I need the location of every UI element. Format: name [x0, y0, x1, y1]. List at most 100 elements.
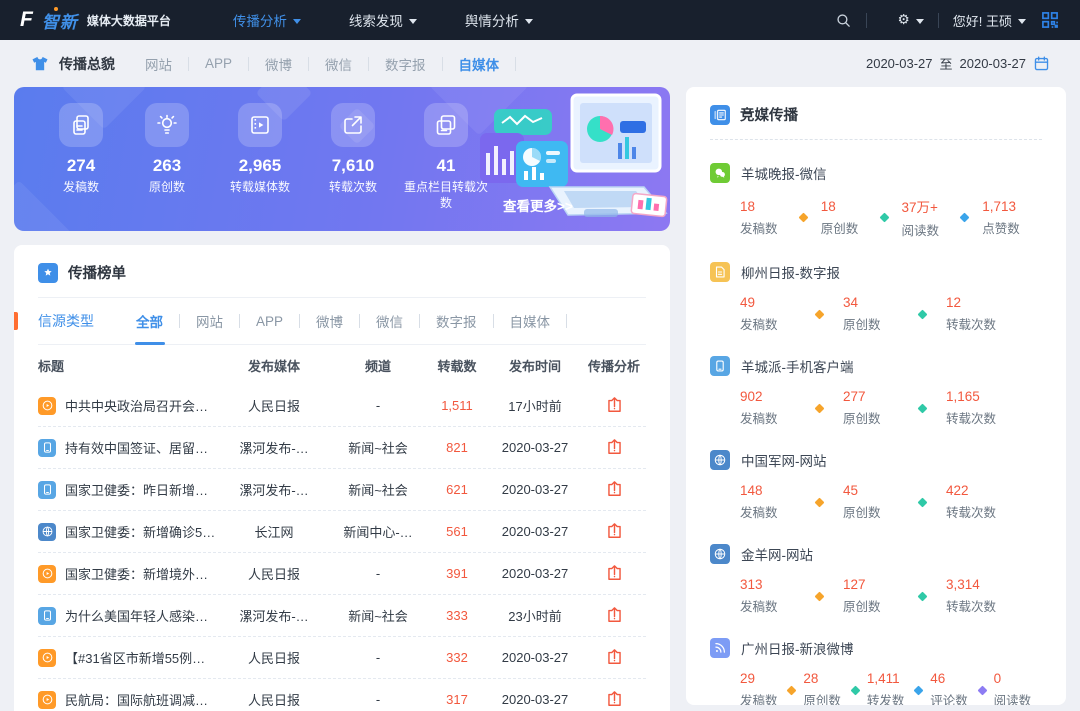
- rank-tab-weibo[interactable]: 微博: [316, 311, 343, 331]
- wemedia-icon: [38, 397, 56, 415]
- date-range-picker[interactable]: 2020-03-27 至 2020-03-27: [866, 54, 1050, 73]
- article-title-link[interactable]: 民航局：国际航班调减后，每天…: [65, 690, 218, 709]
- spread-analysis-icon[interactable]: [605, 437, 624, 456]
- user-menu[interactable]: 您好! 王硕: [953, 11, 1026, 30]
- spread-analysis-icon[interactable]: [605, 521, 624, 540]
- col-media: 发布媒体: [218, 356, 330, 375]
- rank-tab-all[interactable]: 全部: [136, 311, 163, 331]
- spread-analysis-icon[interactable]: [605, 395, 624, 414]
- competitor-name[interactable]: 广州日报-新浪微博: [741, 638, 854, 658]
- publish-time: 2020-03-27: [488, 692, 582, 707]
- repost-count: 391: [426, 566, 488, 581]
- publish-media: 人民日报: [218, 648, 330, 667]
- divider: [368, 57, 369, 71]
- divider: [188, 57, 189, 71]
- article-title-link[interactable]: 持有效中国签证、居留许可的外…: [65, 438, 218, 457]
- divider: [419, 314, 420, 328]
- article-title-link[interactable]: 国家卫健委：昨日新增确诊55例…: [65, 480, 218, 499]
- view-more-link[interactable]: 查看更多>>: [503, 195, 573, 215]
- rank-tab-wemedia[interactable]: 自媒体: [510, 311, 551, 331]
- diamond-separator: [977, 685, 987, 695]
- main-content: 274 发稿数 263 原创数 2,965 转载媒体数: [0, 87, 1080, 711]
- stat-reposts: 7,610 转载次数: [310, 103, 396, 231]
- channel: -: [330, 650, 426, 665]
- tab-overview[interactable]: 传播总貌: [59, 54, 115, 74]
- ranking-card: 传播榜单 信源类型 全部 网站 APP 微博 微信 数字报 自媒体: [14, 245, 670, 711]
- divider: [493, 314, 494, 328]
- qr-code-icon[interactable]: [1040, 10, 1060, 30]
- digital-paper-icon: [710, 262, 730, 282]
- menu-clue-discovery[interactable]: 线索发现: [349, 10, 417, 30]
- article-title-link[interactable]: 为什么美国年轻人感染那么多? …: [65, 606, 218, 625]
- stat: 34原创数: [843, 295, 919, 333]
- tab-wechat[interactable]: 微信: [325, 54, 352, 74]
- competitor-name[interactable]: 金羊网-网站: [741, 544, 813, 564]
- settings-menu[interactable]: ⚙: [881, 12, 924, 29]
- channel: -: [330, 692, 426, 707]
- stat: 1,165转载次数: [946, 389, 1022, 427]
- rank-tab-website[interactable]: 网站: [196, 311, 223, 331]
- competitor-name[interactable]: 羊城晚报-微信: [741, 163, 827, 183]
- search-icon[interactable]: [835, 12, 852, 29]
- website-icon: [710, 544, 730, 564]
- publish-media: 人民日报: [218, 564, 330, 583]
- menu-sentiment-analysis[interactable]: 舆情分析: [465, 10, 533, 30]
- repost-count: 561: [426, 524, 488, 539]
- diamond-separator: [787, 685, 797, 695]
- article-title-link[interactable]: 国家卫健委：新增确诊55例，其…: [65, 522, 218, 541]
- wechat-icon: [710, 163, 730, 183]
- app-icon: [38, 481, 56, 499]
- spread-analysis-icon[interactable]: [605, 605, 624, 624]
- ranking-doc-star-icon: [38, 263, 58, 283]
- stat: 49发稿数: [740, 295, 816, 333]
- publish-time: 23小时前: [488, 606, 582, 625]
- article-title-link[interactable]: 国家卫健委：新增境外输入54例 …: [65, 564, 218, 583]
- article-title-link[interactable]: 中共中央政治局召开会议 研究部署: [65, 396, 218, 415]
- website-icon: [38, 523, 56, 541]
- stat: 148发稿数: [740, 483, 816, 521]
- diamond-separator: [918, 403, 928, 413]
- tab-digital-paper[interactable]: 数字报: [385, 54, 426, 74]
- table-row: 国家卫健委：昨日新增确诊55例… 漯河发布-… 新闻~社会 621 2020-0…: [38, 469, 646, 511]
- tab-website[interactable]: 网站: [145, 54, 172, 74]
- competitor-name[interactable]: 中国军网-网站: [741, 450, 827, 470]
- stat-posts: 274 发稿数: [38, 103, 124, 231]
- stat: 12转载次数: [946, 295, 1022, 333]
- spread-analysis-icon[interactable]: [605, 563, 624, 582]
- date-word: 至: [939, 54, 952, 73]
- share-icon: [331, 103, 375, 147]
- publish-media: 人民日报: [218, 396, 330, 415]
- competitors-card: 竞媒传播 羊城晚报-微信 18发稿数 18原创数 37万+阅读数: [686, 87, 1066, 705]
- calendar-icon[interactable]: [1033, 55, 1050, 72]
- spread-analysis-icon[interactable]: [605, 479, 624, 498]
- newspaper-icon: [710, 105, 730, 125]
- spread-analysis-icon[interactable]: [605, 647, 624, 666]
- stat: 127原创数: [843, 577, 919, 615]
- stat: 46评论数: [930, 671, 978, 705]
- rank-tab-app[interactable]: APP: [256, 314, 283, 329]
- channel: 新闻中心-…: [330, 522, 426, 541]
- article-title-link[interactable]: 【#31省区市新增55例确诊病例: [65, 648, 218, 667]
- tab-app[interactable]: APP: [205, 56, 232, 71]
- col-reposts: 转载数: [426, 356, 488, 375]
- video-doc-icon: [238, 103, 282, 147]
- pages-icon: [424, 103, 468, 147]
- competitor-item: 柳州日报-数字报 49发稿数 34原创数 12转载次数: [710, 262, 1042, 333]
- publish-media: 漯河发布-…: [218, 606, 330, 625]
- source-type-label[interactable]: 信源类型: [38, 311, 94, 331]
- tab-wemedia-active[interactable]: 自媒体: [459, 54, 500, 74]
- channel: 新闻~社会: [330, 606, 426, 625]
- competitor-item: 金羊网-网站 313发稿数 127原创数 3,314转载次数: [710, 544, 1042, 615]
- table-row: 持有效中国签证、居留许可的外… 漯河发布-… 新闻~社会 821 2020-03…: [38, 427, 646, 469]
- rank-tab-wechat[interactable]: 微信: [376, 311, 403, 331]
- media-type-tabs: 网站 APP 微博 微信 数字报 自媒体: [145, 54, 532, 74]
- competitor-name[interactable]: 柳州日报-数字报: [741, 262, 840, 282]
- competitor-name[interactable]: 羊城派-手机客户端: [741, 356, 854, 376]
- publish-time: 2020-03-27: [488, 440, 582, 455]
- table-row: 国家卫健委：新增确诊55例，其… 长江网 新闻中心-… 561 2020-03-…: [38, 511, 646, 553]
- spread-analysis-icon[interactable]: [605, 689, 624, 708]
- tab-weibo[interactable]: 微博: [265, 54, 292, 74]
- menu-spread-analysis[interactable]: 传播分析: [233, 10, 301, 30]
- repost-count: 821: [426, 440, 488, 455]
- rank-tab-digital-paper[interactable]: 数字报: [436, 311, 477, 331]
